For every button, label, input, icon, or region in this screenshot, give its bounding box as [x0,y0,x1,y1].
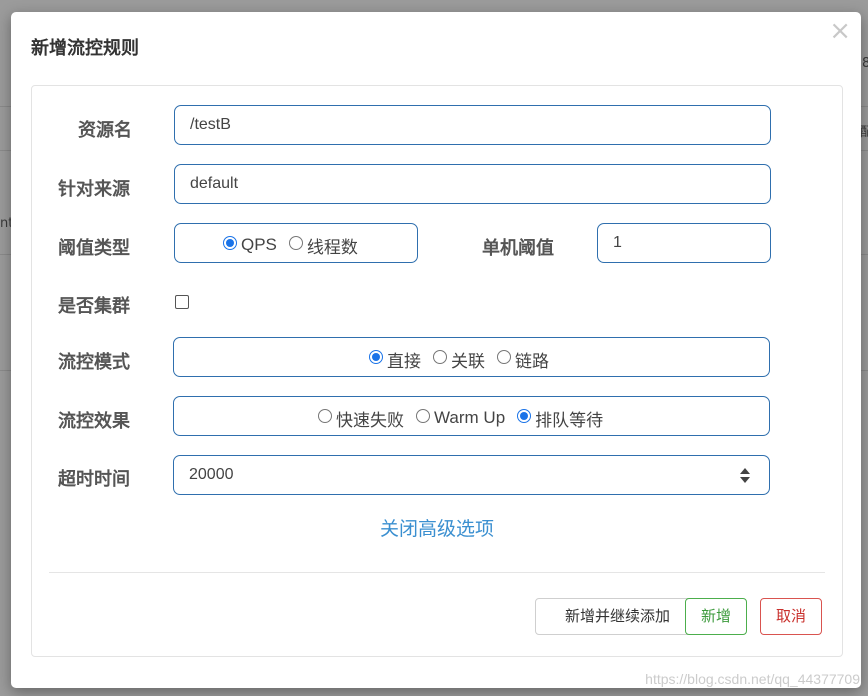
count-input[interactable]: 1 [597,223,771,263]
behavior-option-label: Warm Up [434,408,506,427]
close-icon[interactable]: × [829,18,851,44]
behavior-option-fast-fail[interactable]: 快速失败 [318,404,404,430]
watermark-text: https://blog.csdn.net/qq_44377709 [645,671,860,687]
grade-option-label: QPS [241,235,277,254]
limit-app-label: 针对来源 [58,179,130,200]
resource-name-value: /testB [190,116,231,133]
radio-unchecked-icon[interactable] [288,236,303,250]
grade-option-label: 线程数 [306,237,358,257]
cluster-label: 是否集群 [58,296,130,317]
timeout-value: 20000 [189,466,234,483]
limit-app-input[interactable]: default [174,164,771,204]
behavior-option-warm-up[interactable]: Warm Up [416,406,506,427]
spinner-up-icon[interactable] [740,468,750,474]
resource-name-label: 资源名 [78,120,132,141]
strategy-option-label: 关联 [451,351,485,371]
bg-text-fragment: 8 [862,56,868,71]
cancel-button[interactable]: 取消 [760,598,822,635]
strategy-option-chain[interactable]: 链路 [497,345,549,371]
control-behavior-radio-group: 快速失败 Warm Up 排队等待 [173,396,770,436]
timeout-label: 超时时间 [58,469,130,490]
strategy-option-label: 直接 [387,351,421,371]
close-advanced-options-link[interactable]: 关闭高级选项 [32,514,842,541]
behavior-option-queue[interactable]: 排队等待 [517,404,604,430]
strategy-option-label: 链路 [515,351,549,371]
radio-checked-icon[interactable] [369,350,383,364]
add-button[interactable]: 新增 [685,598,747,635]
cluster-checkbox[interactable] [175,295,189,309]
count-value: 1 [613,234,622,251]
form-panel: 资源名 /testB 针对来源 default 阈值类型 QPS 线程数 单机阈… [31,85,843,657]
grade-radio-group: QPS 线程数 [174,223,418,263]
flow-rule-dialog: 新增流控规则 × 资源名 /testB 针对来源 default 阈值类型 QP… [11,12,861,688]
grade-option-thread[interactable]: 线程数 [288,231,358,257]
strategy-option-direct[interactable]: 直接 [369,345,421,371]
footer-divider [49,572,825,573]
radio-unchecked-icon[interactable] [497,350,511,364]
strategy-radio-group: 直接 关联 链路 [173,337,770,377]
bg-text-fragment: 配 [860,125,868,140]
count-label: 单机阈值 [482,238,554,259]
add-and-continue-button[interactable]: 新增并继续添加 [535,598,700,635]
limit-app-value: default [190,175,239,192]
dialog-title: 新增流控规则 [31,38,139,59]
radio-unchecked-icon[interactable] [318,409,332,423]
strategy-option-relate[interactable]: 关联 [433,345,485,371]
resource-name-input[interactable]: /testB [174,105,771,145]
radio-unchecked-icon[interactable] [433,350,447,364]
strategy-label: 流控模式 [58,352,130,373]
grade-label: 阈值类型 [58,238,130,259]
behavior-option-label: 排队等待 [535,410,604,430]
control-behavior-label: 流控效果 [58,411,130,432]
timeout-input[interactable]: 20000 [173,455,770,495]
radio-checked-icon[interactable] [223,236,237,250]
grade-option-qps[interactable]: QPS [223,233,277,254]
spinner-down-icon[interactable] [740,477,750,483]
behavior-option-label: 快速失败 [336,410,404,430]
number-spinner-icon[interactable] [739,467,751,485]
radio-checked-icon[interactable] [517,409,532,423]
radio-unchecked-icon[interactable] [416,409,430,423]
